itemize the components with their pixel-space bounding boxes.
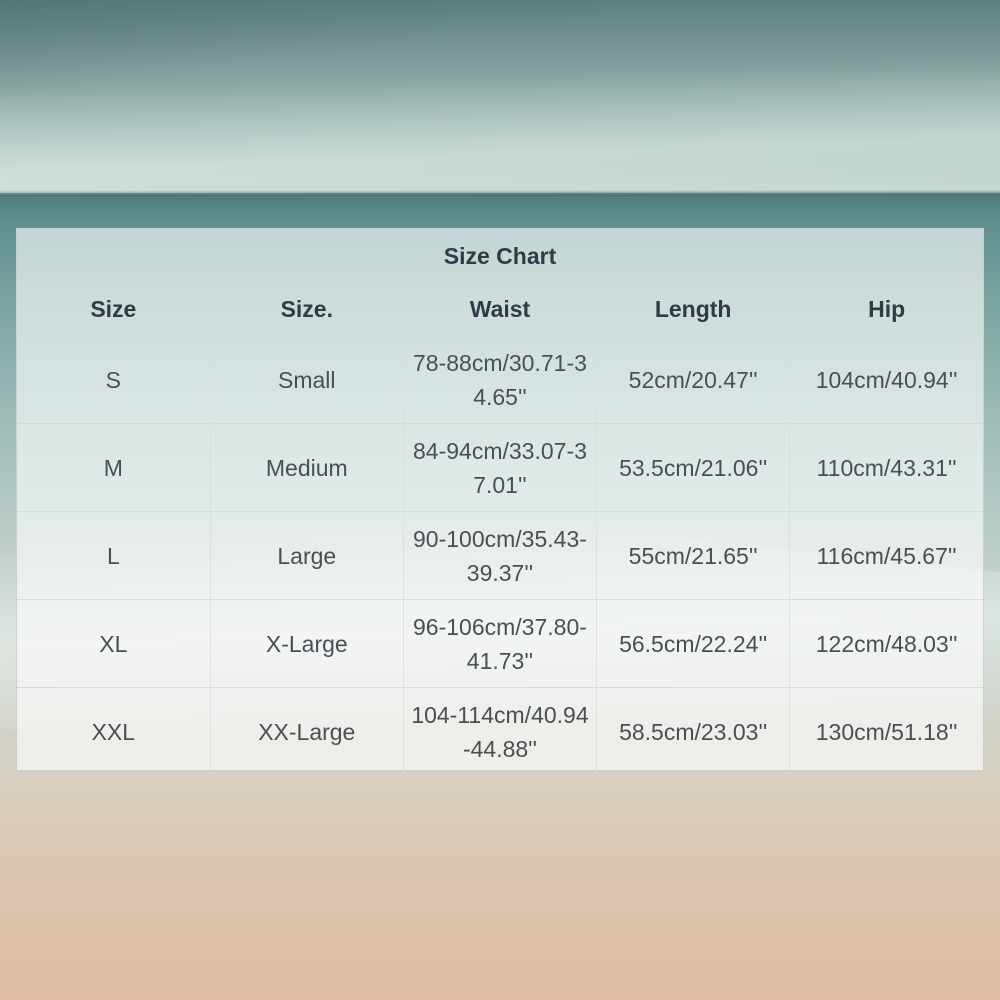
size-chart-title: Size Chart [443,243,557,269]
cell-size: L [17,511,211,600]
size-chart-panel: Size Chart Size Size. Waist Length Hip S… [16,228,984,775]
cell-size: S [17,335,211,424]
header-length: Length [596,283,790,336]
cell-hip: 130cm/51.18'' [789,687,983,775]
horizon-line [0,193,1000,196]
table-row: XXL XX-Large 104-114cm/40.94-44.88'' 58.… [17,687,983,775]
size-table: Size Size. Waist Length Hip S Small 78-8… [17,283,983,775]
cell-waist: 104-114cm/40.94-44.88'' [402,687,597,775]
cell-size-name: Small [209,335,404,424]
table-row: L Large 90-100cm/35.43-39.37'' 55cm/21.6… [17,511,983,600]
table-row: M Medium 84-94cm/33.07-37.01'' 53.5cm/21… [17,423,983,512]
cell-size-name: Medium [209,423,404,512]
header-hip: Hip [789,283,983,336]
cell-size-name: Large [209,511,404,600]
cell-size: XL [17,599,211,688]
cell-waist: 84-94cm/33.07-37.01'' [402,423,597,512]
cell-hip: 104cm/40.94'' [789,335,983,424]
cell-waist: 96-106cm/37.80-41.73'' [402,599,597,688]
cell-hip: 110cm/43.31'' [789,423,983,512]
cell-length: 58.5cm/23.03'' [596,687,790,775]
cell-waist: 78-88cm/30.71-34.65'' [402,335,597,424]
header-row: Size Size. Waist Length Hip [17,283,983,336]
header-size: Size [90,295,137,322]
table-row: XL X-Large 96-106cm/37.80-41.73'' 56.5cm… [17,599,983,688]
cell-size: XXL [17,687,211,775]
cell-length: 56.5cm/22.24'' [596,599,790,688]
header-waist: Waist [402,283,597,336]
cell-length: 55cm/21.65'' [596,511,790,600]
table-row: S Small 78-88cm/30.71-34.65'' 52cm/20.47… [17,335,983,424]
cell-size-name: XX-Large [209,687,404,775]
cell-size: M [17,423,211,512]
header-size-name: Size. [209,283,404,336]
cell-length: 52cm/20.47'' [596,335,790,424]
cell-length: 53.5cm/21.06'' [596,423,790,512]
cell-hip: 116cm/45.67'' [789,511,983,600]
cell-hip: 122cm/48.03'' [789,599,983,688]
cell-waist: 90-100cm/35.43-39.37'' [402,511,597,600]
cell-size-name: X-Large [209,599,404,688]
